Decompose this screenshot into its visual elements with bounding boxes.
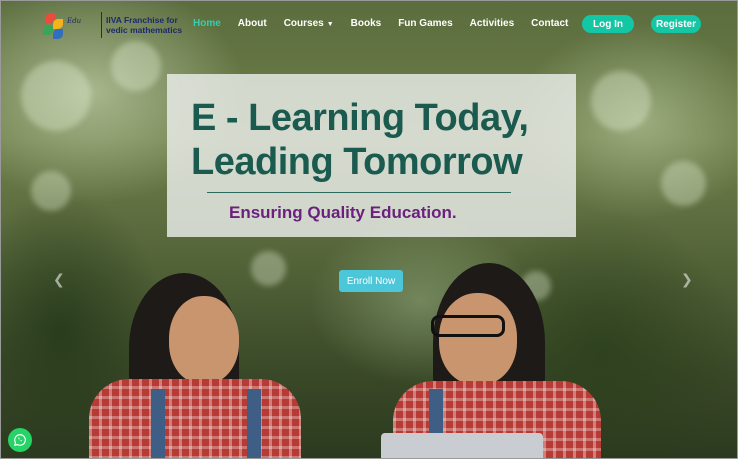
hero-tagline: Ensuring Quality Education.: [229, 203, 457, 222]
main-menu: Home About Courses ▼ Books Fun Games Acti…: [193, 18, 585, 29]
brand-logo[interactable]: Edu IIVA Franchise for vedic mathematics: [43, 11, 186, 39]
background-bokeh: [21, 61, 91, 131]
nav-courses[interactable]: Courses ▼: [284, 18, 334, 29]
enroll-now-button[interactable]: Enroll Now: [339, 270, 403, 292]
register-button[interactable]: Register: [651, 15, 701, 33]
background-bokeh: [661, 161, 706, 206]
nav-contact[interactable]: Contact: [531, 18, 568, 29]
chevron-right-icon[interactable]: ❯: [681, 271, 693, 288]
headline-line-2: Leading Tomorrow: [191, 141, 523, 183]
background-bokeh: [31, 171, 71, 211]
hero-headline: E - Learning Today, Leading Tomorrow: [191, 96, 561, 184]
nav-about[interactable]: About: [238, 18, 267, 29]
background-bokeh: [591, 71, 651, 131]
top-navbar: Edu IIVA Franchise for vedic mathematics…: [1, 1, 737, 47]
nav-activities[interactable]: Activities: [470, 18, 514, 29]
laptop: [381, 433, 543, 458]
headline-line-1: E - Learning Today,: [191, 97, 529, 139]
nav-home[interactable]: Home: [193, 18, 221, 29]
logo-divider: [101, 12, 102, 38]
edu-arcs-flower-logo-icon: Edu: [43, 11, 99, 39]
chevron-down-icon: ▼: [326, 21, 334, 28]
whatsapp-icon[interactable]: [8, 428, 32, 452]
nav-books[interactable]: Books: [351, 18, 382, 29]
hero-banner: Edu IIVA Franchise for vedic mathematics…: [0, 0, 738, 459]
login-button[interactable]: Log In: [582, 15, 634, 33]
chevron-left-icon[interactable]: ❮: [53, 271, 65, 288]
logo-text: IIVA Franchise for vedic mathematics: [106, 15, 183, 35]
nav-courses-label: Courses: [283, 18, 324, 29]
nav-fun-games[interactable]: Fun Games: [398, 18, 452, 29]
headline-divider: [207, 192, 511, 193]
background-bokeh: [251, 251, 286, 286]
headline-panel: E - Learning Today, Leading Tomorrow Ens…: [167, 74, 576, 237]
background-bokeh: [111, 41, 161, 91]
eyeglasses: [431, 315, 505, 337]
